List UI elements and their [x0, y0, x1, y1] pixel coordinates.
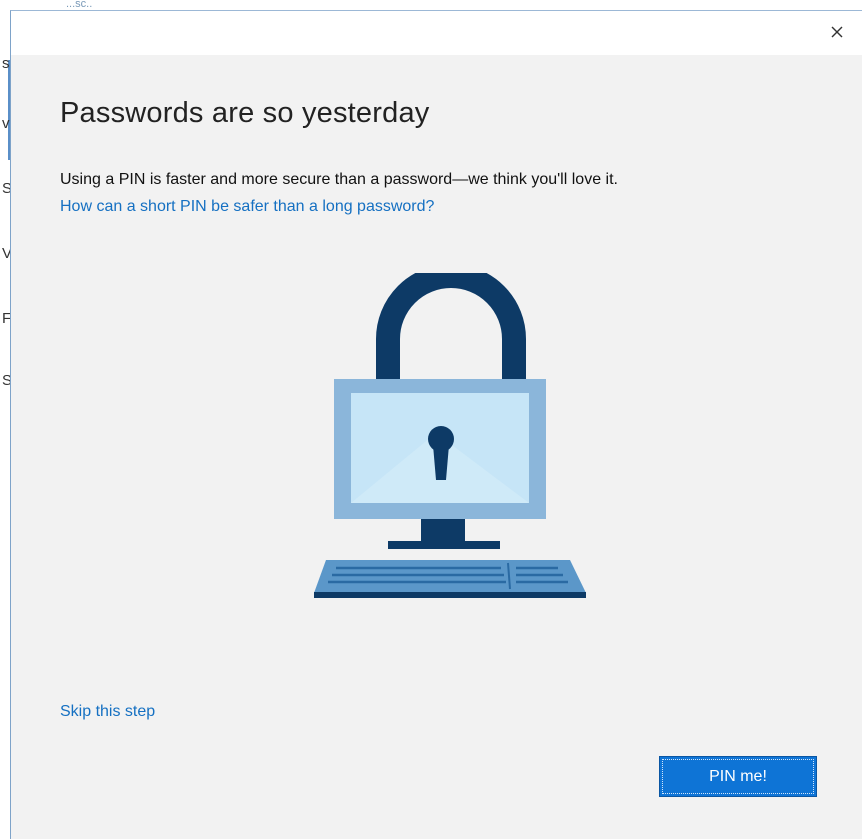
pin-me-button[interactable]: PIN me!: [659, 756, 817, 797]
pin-help-link[interactable]: How can a short PIN be safer than a long…: [60, 198, 434, 216]
pin-setup-dialog: Passwords are so yesterday Using a PIN i…: [10, 10, 862, 839]
close-button[interactable]: [826, 21, 848, 43]
skip-step-link[interactable]: Skip this step: [60, 703, 155, 721]
dialog-title: Passwords are so yesterday: [60, 97, 430, 129]
dialog-description: Using a PIN is faster and more secure th…: [60, 171, 618, 188]
lock-computer-icon: [314, 273, 586, 598]
dialog-titlebar: [11, 11, 862, 55]
close-icon: [831, 26, 843, 38]
background-text-fragment: v: [2, 115, 10, 132]
background-title-fragment: ...sc..: [66, 0, 93, 10]
background-text-fragment: s: [2, 55, 10, 72]
